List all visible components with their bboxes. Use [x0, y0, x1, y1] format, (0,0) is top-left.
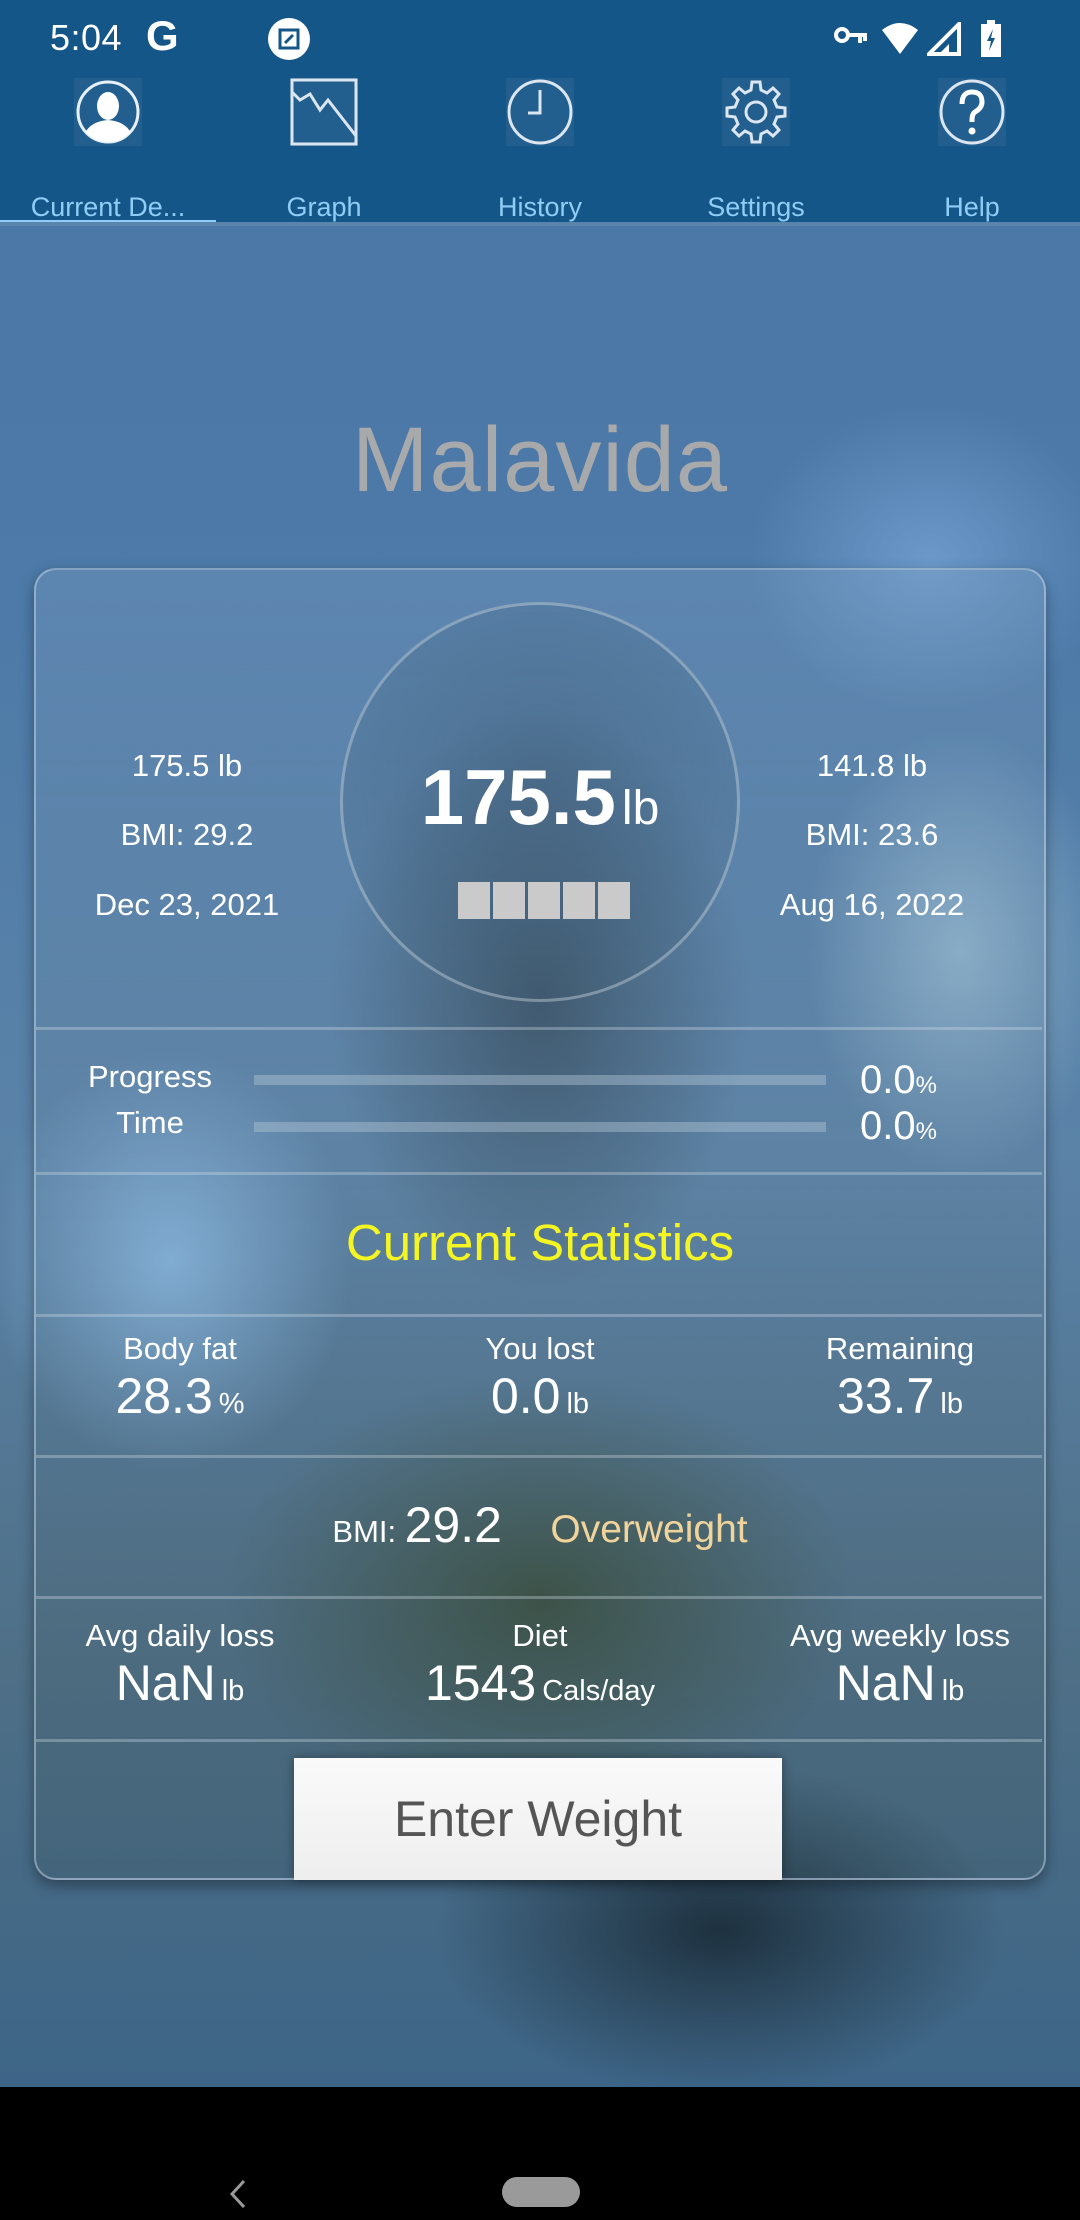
start-weight: 175.5 lb	[131, 748, 243, 783]
stat-unit: lb	[566, 1388, 590, 1420]
tab-current-details[interactable]: Current De...	[0, 70, 216, 226]
bmi-label: BMI:	[332, 1514, 397, 1549]
cell-signal-icon	[924, 19, 961, 61]
status-bar: 5:04 G	[0, 0, 1080, 70]
remaining-stat: Remaining 33.7 lb	[750, 1331, 1050, 1425]
time-percent: 0.0%	[860, 1104, 990, 1149]
stat-label: Diet	[512, 1618, 568, 1653]
current-weight: 175.5 lb	[340, 752, 740, 843]
help-icon	[938, 78, 1006, 146]
tab-history[interactable]: History	[432, 70, 648, 226]
tab-bar: Current De... Graph History Settings Hel…	[0, 70, 1080, 226]
divider	[36, 1314, 1042, 1317]
indicator-block	[458, 882, 490, 919]
bmi-category: Overweight	[550, 1508, 748, 1551]
app-header: 5:04 G Current De... Graph History Setti…	[0, 0, 1080, 226]
stat-unit: lb	[221, 1675, 245, 1707]
indicator-block	[528, 882, 560, 919]
stat-value: 33.7	[837, 1368, 935, 1424]
screenshot-edit-icon	[268, 18, 310, 60]
google-g-icon: G	[146, 12, 179, 59]
progress-percent-value: 0.0	[860, 1058, 916, 1102]
time-bar	[254, 1122, 826, 1132]
stat-label: Body fat	[123, 1331, 237, 1366]
tab-settings[interactable]: Settings	[648, 70, 864, 226]
back-icon[interactable]	[228, 2179, 248, 2209]
current-weight-value: 175.5	[420, 753, 616, 841]
body-fat-stat: Body fat 28.3%	[30, 1331, 330, 1425]
divider	[36, 1739, 1042, 1742]
clock-icon	[506, 78, 574, 146]
tab-help[interactable]: Help	[864, 70, 1080, 226]
avg-daily-loss-stat: Avg daily loss NaN lb	[30, 1618, 330, 1712]
tab-graph[interactable]: Graph	[216, 70, 432, 226]
percent-unit: %	[915, 1072, 937, 1099]
goal-date: Aug 16, 2022	[779, 887, 965, 922]
stat-value: 1543	[424, 1655, 537, 1711]
percent-unit: %	[915, 1118, 937, 1145]
indicator-block	[563, 882, 595, 919]
indicator-block	[493, 882, 525, 919]
stat-unit: %	[218, 1388, 245, 1420]
diet-stat: Diet 1543 Cals/day	[390, 1618, 690, 1712]
tab-label: Settings	[707, 192, 805, 222]
stat-value: NaN	[835, 1655, 936, 1711]
profile-name: Malavida	[351, 409, 729, 511]
wifi-icon	[880, 20, 920, 61]
line-graph-icon	[290, 78, 358, 146]
gear-icon	[722, 78, 790, 146]
vpn-key-icon	[834, 24, 870, 53]
progress-percent: 0.0%	[860, 1058, 990, 1103]
system-nav-bar	[0, 2087, 1080, 2220]
stat-label: Remaining	[825, 1331, 975, 1366]
start-date: Dec 23, 2021	[94, 887, 280, 922]
indicator-block	[598, 882, 630, 919]
current-statistics-heading: Current Statistics	[345, 1214, 735, 1271]
goal-bmi: BMI: 23.6	[805, 817, 939, 852]
stat-label: Avg weekly loss	[790, 1618, 1010, 1653]
weight-blocks-indicator	[458, 882, 630, 919]
goal-weight: 141.8 lb	[816, 748, 928, 783]
start-bmi: BMI: 29.2	[120, 817, 254, 852]
stat-label: You lost	[485, 1331, 595, 1366]
progress-label: Progress	[87, 1059, 213, 1094]
battery-charging-icon	[980, 20, 1002, 63]
bmi-value: 29.2	[404, 1497, 502, 1553]
stat-unit: lb	[941, 1675, 965, 1707]
you-lost-stat: You lost 0.0 lb	[390, 1331, 690, 1425]
bmi-row: BMI: 29.2 Overweight	[0, 1496, 1080, 1554]
stat-value: 28.3	[115, 1368, 213, 1424]
divider	[36, 1455, 1042, 1458]
user-profile-icon	[74, 78, 142, 146]
status-time: 5:04	[50, 17, 123, 58]
stat-unit: Cals/day	[542, 1675, 656, 1707]
stat-value: 0.0	[490, 1368, 561, 1424]
tab-label: Graph	[286, 192, 362, 222]
stat-label: Avg daily loss	[85, 1618, 275, 1653]
divider	[36, 1596, 1042, 1599]
enter-weight-button[interactable]: Enter Weight	[294, 1758, 782, 1880]
stat-unit: lb	[940, 1388, 963, 1420]
tab-label: Current De...	[30, 192, 186, 222]
home-pill-icon[interactable]	[502, 2177, 580, 2207]
current-weight-unit: lb	[621, 782, 660, 835]
stat-value: NaN	[115, 1655, 216, 1711]
time-percent-value: 0.0	[860, 1104, 916, 1148]
time-label: Time	[116, 1105, 184, 1140]
avg-weekly-loss-stat: Avg weekly loss NaN lb	[750, 1618, 1050, 1712]
tab-label: Help	[944, 192, 1000, 222]
divider	[36, 1172, 1042, 1175]
progress-bar	[254, 1075, 826, 1085]
divider	[36, 1027, 1042, 1030]
header-divider	[0, 222, 1080, 226]
tab-label: History	[497, 192, 582, 222]
